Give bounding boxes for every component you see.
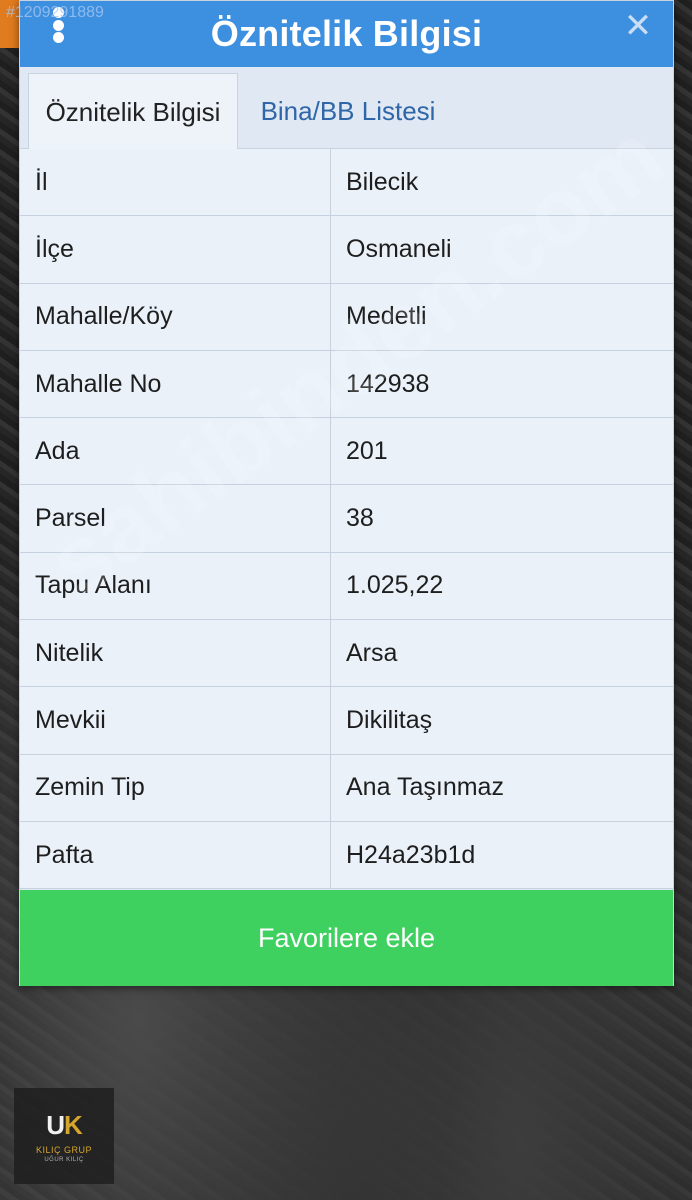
attribute-info-dialog: Öznitelik Bilgisi ✕ Öznitelik Bilgisi Bi…: [19, 0, 674, 986]
row-value: Arsa: [346, 638, 398, 667]
row-value: 38: [346, 504, 374, 533]
table-row: Pafta H24a23b1d: [20, 821, 673, 890]
table-row: Mahalle/Köy Medetli: [20, 283, 673, 351]
attribute-table: İl Bilecik İlçe Osmaneli Mahalle/Köy Med…: [20, 149, 673, 890]
row-key: Zemin Tip: [20, 754, 331, 821]
row-value: Medetli: [346, 302, 427, 331]
row-value: Bilecik: [346, 167, 419, 196]
listing-id-label: #1209291889: [6, 4, 104, 21]
brand-logo: UK KILIÇ GRUP UĞUR KILIÇ: [14, 1088, 114, 1184]
tab-attribute-info[interactable]: Öznitelik Bilgisi: [28, 73, 238, 150]
close-icon[interactable]: ✕: [623, 9, 653, 43]
tab-building-list[interactable]: Bina/BB Listesi: [248, 73, 448, 150]
table-row: Mevkii Dikilitaş: [20, 687, 673, 755]
logo-mark: UK: [46, 1109, 83, 1140]
table-row: Parsel 38: [20, 485, 673, 553]
logo-name: KILIÇ GRUP: [35, 1144, 92, 1155]
row-key: Mevkii: [20, 687, 331, 754]
tab-bar: Öznitelik Bilgisi Bina/BB Listesi: [20, 67, 673, 150]
row-key: Ada: [20, 418, 331, 485]
row-key: İlçe: [20, 216, 331, 283]
row-value: H24a23b1d: [346, 840, 476, 869]
table-row: Tapu Alanı 1.025,22: [20, 552, 673, 621]
row-value: 142938: [346, 369, 430, 398]
table-row: İlçe Osmaneli: [20, 216, 673, 284]
row-value: Ana Taşınmaz: [346, 773, 504, 802]
row-key: Nitelik: [20, 620, 331, 687]
row-key: Pafta: [20, 821, 331, 889]
table-row: İl Bilecik: [20, 149, 673, 217]
dialog-title: Öznitelik Bilgisi: [210, 13, 483, 54]
table-row: Mahalle No 142938: [20, 350, 673, 419]
table-row: Ada 201: [20, 418, 673, 486]
row-value: 1.025,22: [346, 571, 444, 600]
logo-subtitle: UĞUR KILIÇ: [44, 1156, 84, 1163]
dialog-titlebar: Öznitelik Bilgisi ✕: [20, 1, 673, 67]
row-key: Mahalle No: [20, 350, 331, 418]
row-key: Tapu Alanı: [20, 552, 331, 620]
row-key: Parsel: [20, 485, 331, 552]
row-value: Dikilitaş: [346, 706, 433, 735]
row-key: Mahalle/Köy: [20, 283, 331, 350]
row-value: 201: [346, 436, 388, 465]
table-row: Nitelik Arsa: [20, 620, 673, 688]
add-to-favorites-button[interactable]: Favorilere ekle: [20, 890, 673, 986]
row-key: İl: [20, 149, 331, 216]
table-row: Zemin Tip Ana Taşınmaz: [20, 754, 673, 822]
row-value: Osmaneli: [346, 234, 452, 263]
